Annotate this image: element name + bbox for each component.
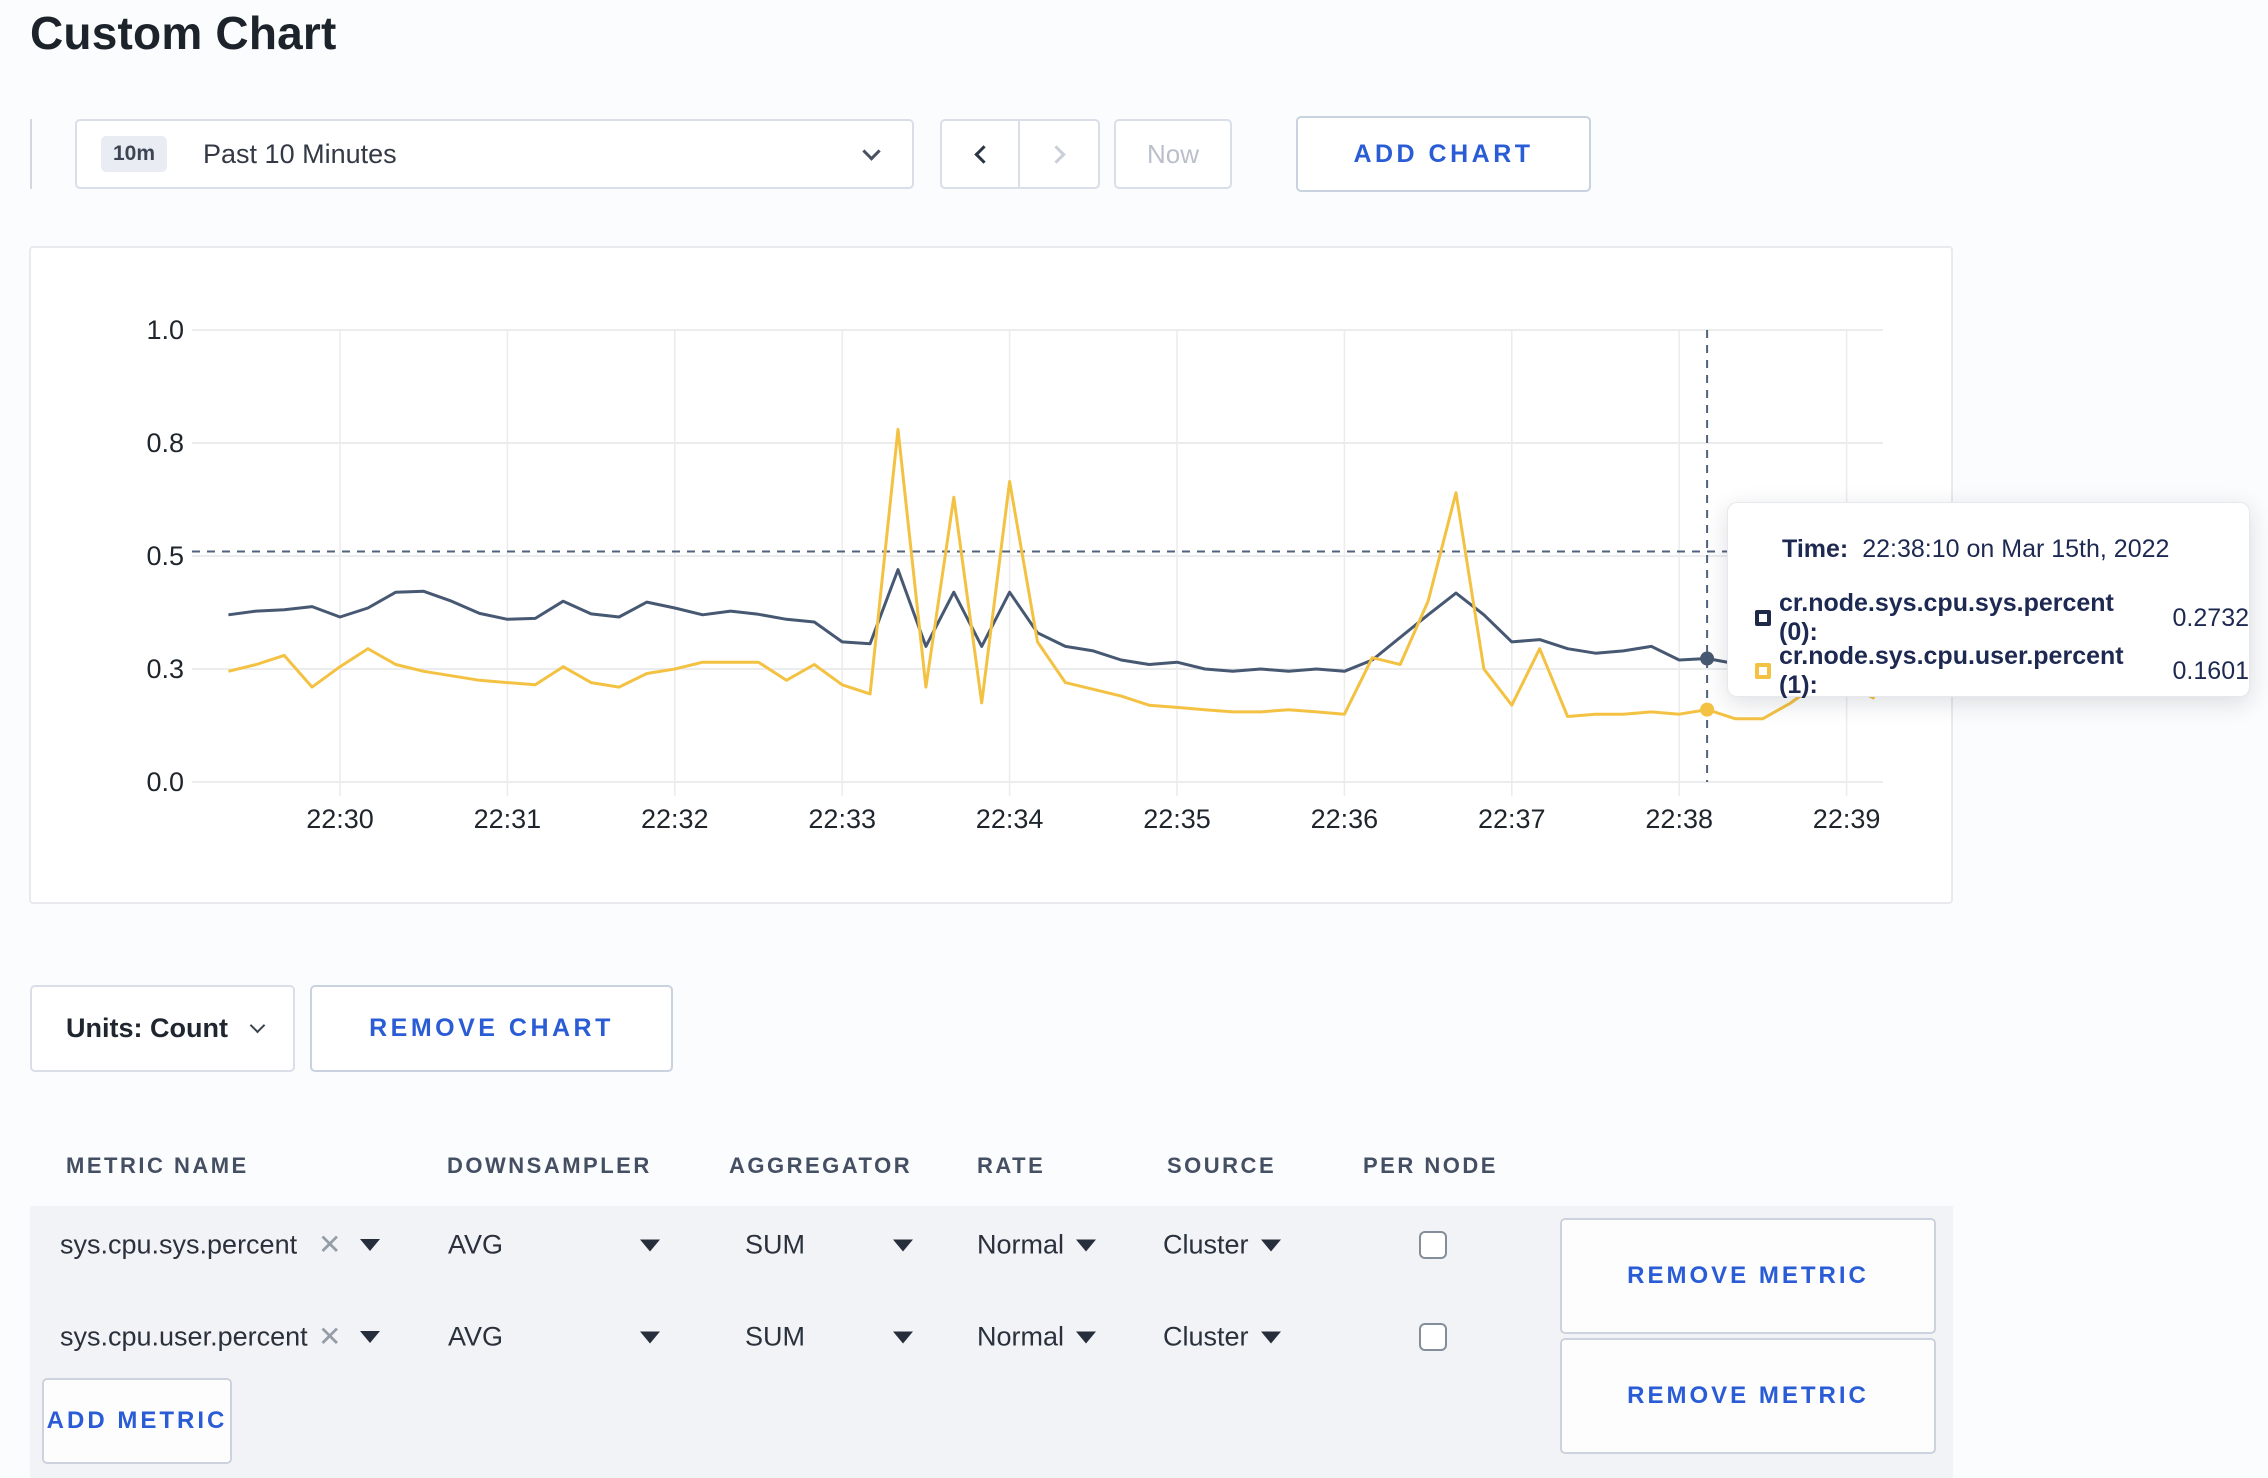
per-node-checkbox[interactable] (1419, 1231, 1447, 1259)
rate-value: Normal (977, 1321, 1065, 1352)
x-axis-label: 22:32 (641, 804, 709, 834)
time-nav-group (940, 119, 1100, 189)
chevron-right-icon (1046, 144, 1066, 164)
series-swatch-icon (1755, 663, 1771, 679)
x-axis-label: 22:35 (1143, 804, 1211, 834)
column-header-source: SOURCE (1167, 1152, 1277, 1178)
chart-card: 0.0 0.3 0.5 0.8 1.0 22:30 22:31 22:32 22:33 22:34… (29, 246, 1953, 904)
downsampler-value: AVG (448, 1321, 504, 1352)
remove-metric-button[interactable]: REMOVE METRIC (1560, 1338, 1936, 1454)
y-axis-label: 0.3 (146, 654, 184, 684)
source-value: Cluster (1163, 1229, 1249, 1260)
per-node-checkbox[interactable] (1419, 1323, 1447, 1351)
aggregator-select[interactable]: SUM (745, 1322, 913, 1353)
downsampler-select[interactable]: AVG (448, 1230, 660, 1261)
caret-down-icon (640, 1331, 660, 1343)
series-swatch-icon (1755, 610, 1771, 626)
chevron-down-icon (249, 1017, 266, 1034)
caret-down-icon (893, 1331, 913, 1343)
add-metric-button[interactable]: ADD METRIC (42, 1378, 232, 1464)
time-forward-button[interactable] (1020, 121, 1098, 187)
metric-name-value: sys.cpu.sys.percent (60, 1229, 298, 1260)
caret-down-icon[interactable] (360, 1331, 380, 1343)
crosshair-point (1700, 651, 1715, 666)
add-chart-button[interactable]: ADD CHART (1296, 116, 1591, 192)
series-line (228, 568, 1875, 673)
caret-down-icon (640, 1239, 660, 1251)
caret-down-icon (1076, 1239, 1097, 1251)
rate-value: Normal (977, 1229, 1065, 1260)
remove-chart-button[interactable]: REMOVE CHART (310, 985, 673, 1072)
column-header-per-node: PER NODE (1363, 1152, 1498, 1178)
y-axis-label: 0.5 (146, 541, 184, 571)
caret-down-icon (1260, 1331, 1281, 1343)
cpu-usage-chart: 0.0 0.3 0.5 0.8 1.0 22:30 22:31 22:32 22:33 22:34… (146, 315, 1883, 834)
x-axis-label: 22:33 (808, 804, 876, 834)
x-axis-label: 22:30 (306, 804, 374, 834)
time-range-badge: 10m (101, 136, 168, 172)
metrics-table-header: METRIC NAME DOWNSAMPLER AGGREGATOR RATE … (30, 1125, 1953, 1206)
caret-down-icon (1260, 1239, 1281, 1251)
crosshair-point (1700, 702, 1715, 717)
tooltip-series-value: 0.1601 (2172, 656, 2249, 685)
column-header-aggregator: AGGREGATOR (729, 1152, 913, 1178)
chart-tooltip: Time: 22:38:10 on Mar 15th, 2022 cr.node… (1727, 502, 2250, 700)
metric-name-select[interactable]: sys.cpu.sys.percent (60, 1230, 297, 1261)
x-axis-label: 22:38 (1645, 804, 1713, 834)
x-axis-label: 22:34 (976, 804, 1044, 834)
tooltip-series-row: cr.node.sys.cpu.sys.percent (0): 0.2732 (1755, 589, 2249, 647)
tooltip-series-label: cr.node.sys.cpu.user.percent (1): (1779, 642, 2124, 699)
time-range-label: Past 10 Minutes (203, 138, 397, 169)
source-select[interactable]: Cluster (1163, 1322, 1281, 1353)
rate-select[interactable]: Normal (977, 1321, 1097, 1353)
remove-metric-button[interactable]: REMOVE METRIC (1560, 1218, 1936, 1334)
chevron-left-icon (973, 144, 993, 164)
x-axis-label: 22:31 (474, 804, 542, 834)
downsampler-select[interactable]: AVG (448, 1322, 660, 1353)
aggregator-value: SUM (745, 1229, 805, 1260)
units-select[interactable]: Units: Count (30, 985, 295, 1072)
page-title: Custom Chart (30, 7, 337, 59)
tooltip-time-value: 22:38:10 on Mar 15th, 2022 (1862, 535, 2170, 563)
units-label: Units: Count (66, 1013, 228, 1043)
metric-name-select[interactable]: sys.cpu.user.percent (60, 1322, 308, 1353)
aggregator-value: SUM (745, 1321, 805, 1352)
tooltip-series-label: cr.node.sys.cpu.sys.percent (0): (1779, 589, 2114, 646)
rate-select[interactable]: Normal (977, 1229, 1097, 1261)
caret-down-icon (893, 1239, 913, 1251)
metrics-table-body: sys.cpu.sys.percent ✕ AVG SUM Normal Clu… (30, 1206, 1953, 1478)
caret-down-icon[interactable] (360, 1239, 380, 1251)
tooltip-series-value: 0.2732 (2172, 603, 2249, 632)
column-header-downsampler: DOWNSAMPLER (447, 1152, 652, 1178)
chevron-down-icon (862, 141, 881, 161)
x-axis-label: 22:39 (1813, 804, 1881, 834)
downsampler-value: AVG (448, 1229, 504, 1260)
metric-name-value: sys.cpu.user.percent (60, 1321, 308, 1352)
source-value: Cluster (1163, 1321, 1249, 1352)
toolbar-divider (30, 119, 32, 189)
column-header-rate: RATE (977, 1152, 1046, 1178)
clear-metric-icon[interactable]: ✕ (318, 1323, 341, 1351)
series-line (228, 427, 1876, 721)
tooltip-time-row: Time: 22:38:10 on Mar 15th, 2022 (1782, 535, 2169, 564)
tooltip-series-row: cr.node.sys.cpu.user.percent (1): 0.1601 (1755, 642, 2249, 700)
x-axis-label: 22:36 (1311, 804, 1379, 834)
source-select[interactable]: Cluster (1163, 1230, 1281, 1261)
caret-down-icon (1076, 1331, 1097, 1343)
y-axis-label: 1.0 (146, 315, 184, 345)
aggregator-select[interactable]: SUM (745, 1230, 913, 1261)
now-button[interactable]: Now (1114, 119, 1232, 189)
time-back-button[interactable] (942, 121, 1020, 187)
time-range-select[interactable]: 10m Past 10 Minutes (75, 119, 914, 189)
clear-metric-icon[interactable]: ✕ (318, 1231, 341, 1259)
tooltip-time-label: Time: (1782, 535, 1849, 563)
y-axis-label: 0.8 (146, 428, 184, 458)
y-axis-label: 0.0 (146, 767, 184, 797)
column-header-metric-name: METRIC NAME (66, 1152, 249, 1178)
x-axis-label: 22:37 (1478, 804, 1546, 834)
